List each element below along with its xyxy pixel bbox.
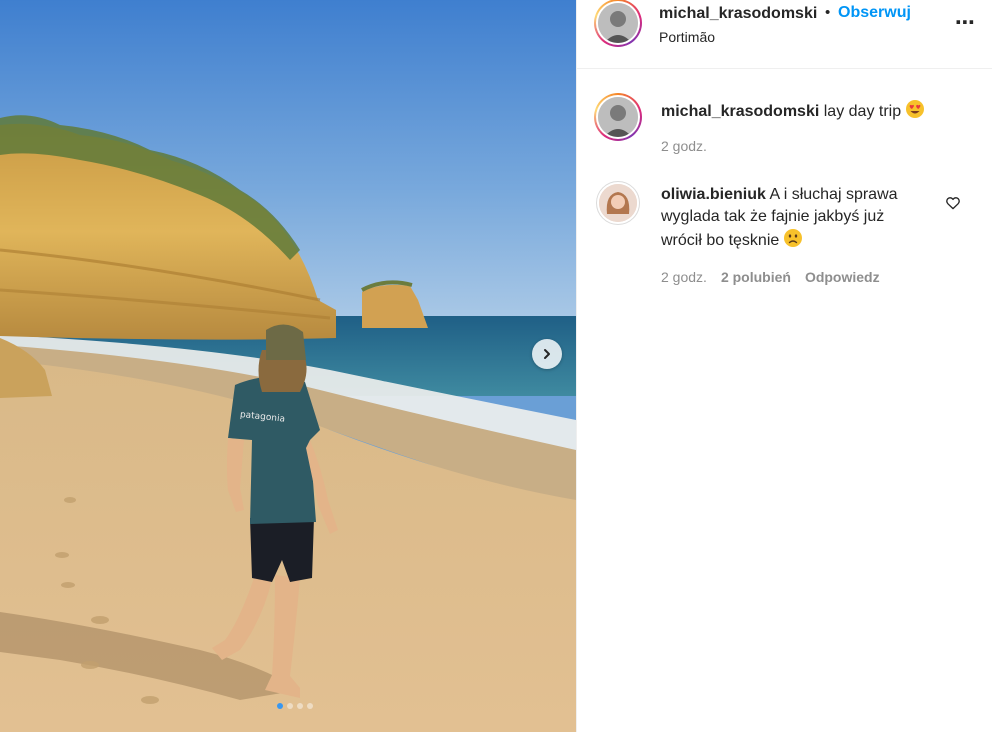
post-location[interactable]: Portimão	[659, 29, 715, 45]
like-comment-button[interactable]	[945, 195, 961, 216]
carousel-dot	[287, 703, 293, 709]
next-slide-button[interactable]	[532, 339, 562, 369]
profile-photo-icon	[599, 184, 637, 222]
author-avatar[interactable]	[594, 0, 642, 47]
heart-eyes-emoji-icon	[905, 99, 925, 126]
caption-author-username[interactable]: michal_krasodomski	[661, 103, 819, 120]
carousel-dot	[297, 703, 303, 709]
beach-photo-image: patagonia	[0, 0, 576, 732]
comment-meta: 2 godz. 2 polubień Odpowiedz	[661, 269, 880, 285]
chevron-right-icon	[544, 349, 550, 359]
post-header: michal_krasodomski • Obserwuj Portimão ⋯	[577, 0, 992, 69]
separator-dot: •	[825, 4, 831, 21]
commenter-avatar[interactable]	[596, 181, 640, 225]
carousel-dot	[277, 703, 283, 709]
comment-body: oliwia.bieniuk A i słuchaj sprawa wyglad…	[661, 184, 923, 255]
caption-text: lay day trip	[823, 103, 902, 120]
post-photo[interactable]: patagonia	[0, 0, 576, 732]
commenter-username[interactable]: oliwia.bieniuk	[661, 186, 766, 203]
comment-likes-count[interactable]: 2 polubień	[721, 269, 791, 285]
profile-photo-icon	[598, 3, 638, 43]
post-caption: michal_krasodomski lay day trip	[661, 99, 981, 126]
carousel-dot	[307, 703, 313, 709]
reply-button[interactable]: Odpowiedz	[805, 269, 880, 285]
profile-photo-icon	[598, 97, 638, 137]
post-side-panel: michal_krasodomski • Obserwuj Portimão ⋯…	[576, 0, 992, 732]
comment-timestamp[interactable]: 2 godz.	[661, 269, 707, 285]
follow-button[interactable]: Obserwuj	[838, 4, 911, 22]
caption-author-avatar[interactable]	[594, 93, 642, 141]
carousel-indicator	[0, 703, 576, 709]
sad-face-emoji-icon	[783, 228, 803, 255]
caption-timestamp[interactable]: 2 godz.	[661, 138, 707, 154]
more-options-icon[interactable]: ⋯	[955, 10, 975, 35]
heart-outline-icon	[946, 197, 960, 210]
author-username[interactable]: michal_krasodomski	[659, 5, 817, 23]
